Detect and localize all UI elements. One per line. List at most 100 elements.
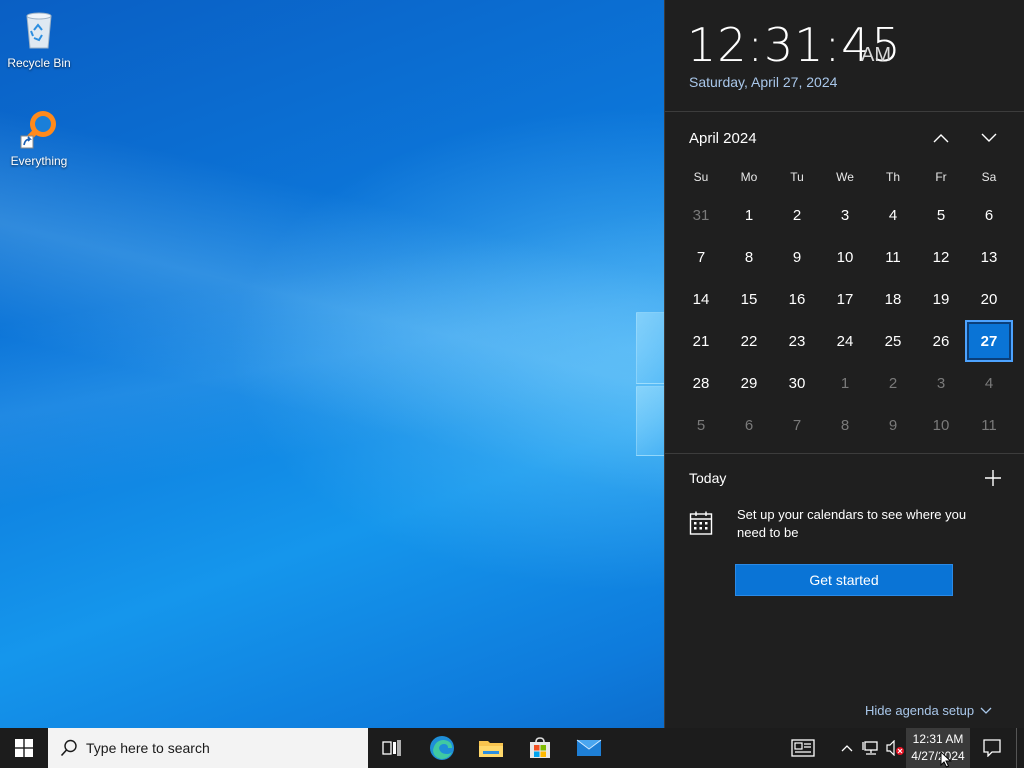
recycle-bin-icon — [17, 8, 61, 52]
microsoft-store-icon — [530, 737, 550, 758]
calendar-week: 21 22 23 24 25 26 27 — [677, 320, 1013, 362]
desktop-icon-everything[interactable]: Everything — [1, 106, 77, 168]
volume-button[interactable] — [884, 728, 906, 768]
calendar-day[interactable]: 8 — [725, 236, 773, 278]
calendar-day[interactable]: 23 — [773, 320, 821, 362]
calendar-day[interactable]: 15 — [725, 278, 773, 320]
calendar-day[interactable]: 31 — [677, 194, 725, 236]
month-year-label[interactable]: April 2024 — [689, 130, 757, 147]
taskbar-edge-button[interactable] — [418, 728, 466, 768]
next-month-button[interactable] — [973, 124, 1005, 152]
taskbar-file-explorer-button[interactable] — [467, 728, 515, 768]
agenda-today-label: Today — [689, 470, 727, 486]
show-hidden-icons-button[interactable] — [838, 728, 856, 768]
clock-ampm: AM — [861, 44, 891, 66]
calendar-day[interactable]: 3 — [821, 194, 869, 236]
tray-date: 4/27/2024 — [911, 749, 965, 763]
hide-agenda-label: Hide agenda setup — [865, 703, 975, 718]
task-view-icon — [382, 740, 401, 756]
calendar-day[interactable]: 7 — [773, 404, 821, 446]
calendar-day[interactable]: 2 — [869, 362, 917, 404]
network-icon — [862, 741, 878, 755]
calendar-day[interactable]: 22 — [725, 320, 773, 362]
weekday-label: Th — [885, 170, 900, 184]
calendar-day[interactable]: 5 — [917, 194, 965, 236]
calendar-day[interactable]: 4 — [965, 362, 1013, 404]
taskbar-store-button[interactable] — [516, 728, 564, 768]
show-desktop-button[interactable] — [1016, 728, 1024, 768]
desktop-icon-recycle-bin[interactable]: Recycle Bin — [1, 8, 77, 70]
windows-logo-pane-2 — [636, 386, 666, 456]
calendar-day[interactable]: 16 — [773, 278, 821, 320]
calendar-day[interactable]: 9 — [773, 236, 821, 278]
calendar-icon — [689, 510, 713, 536]
add-event-button[interactable] — [981, 466, 1005, 490]
calendar-day[interactable]: 10 — [917, 404, 965, 446]
news-and-interests-button[interactable] — [786, 728, 820, 768]
calendar-day[interactable]: 11 — [869, 236, 917, 278]
calendar-day[interactable]: 26 — [917, 320, 965, 362]
taskbar-search-box[interactable]: Type here to search — [48, 728, 368, 768]
calendar-day[interactable]: 24 — [821, 320, 869, 362]
calendar-day[interactable]: 18 — [869, 278, 917, 320]
calendar-day[interactable]: 8 — [821, 404, 869, 446]
calendar-day[interactable]: 1 — [821, 362, 869, 404]
everything-search-icon — [17, 106, 61, 150]
agenda-setup-message: Set up your calendars to see where you n… — [737, 507, 967, 540]
calendar-day[interactable]: 2 — [773, 194, 821, 236]
windows-logo-pane-1 — [636, 312, 666, 384]
action-center-button[interactable] — [976, 728, 1008, 768]
calendar-day[interactable]: 12 — [917, 236, 965, 278]
task-view-button[interactable] — [368, 728, 416, 768]
windows-start-icon — [15, 739, 33, 757]
calendar-day[interactable]: 3 — [917, 362, 965, 404]
calendar-day[interactable]: 10 — [821, 236, 869, 278]
calendar-day[interactable]: 6 — [725, 404, 773, 446]
get-started-button[interactable]: Get started — [735, 564, 953, 596]
calendar-day[interactable]: 1 — [725, 194, 773, 236]
long-date-link[interactable]: Saturday, April 27, 2024 — [689, 74, 837, 90]
calendar-day[interactable]: 20 — [965, 278, 1013, 320]
weekday-label: Su — [693, 170, 709, 184]
calendar-day[interactable]: 19 — [917, 278, 965, 320]
taskbar-clock-button[interactable]: 12:31 AM 4/27/2024 — [906, 728, 970, 768]
calendar-day-today[interactable]: 27 — [965, 320, 1013, 362]
chevron-up-icon — [841, 745, 853, 752]
desktop-icon-label: Everything — [10, 154, 68, 168]
calendar-day[interactable]: 30 — [773, 362, 821, 404]
calendar-day[interactable]: 4 — [869, 194, 917, 236]
calendar-day[interactable]: 17 — [821, 278, 869, 320]
calendar-day[interactable]: 6 — [965, 194, 1013, 236]
chevron-down-icon — [981, 133, 997, 142]
plus-icon — [985, 470, 1001, 486]
previous-month-button[interactable] — [925, 124, 957, 152]
calendar-day[interactable]: 7 — [677, 236, 725, 278]
file-explorer-icon — [479, 741, 503, 757]
calendar-day[interactable]: 13 — [965, 236, 1013, 278]
notification-icon — [983, 739, 1001, 757]
calendar-day[interactable]: 25 — [869, 320, 917, 362]
calendar-day[interactable]: 11 — [965, 404, 1013, 446]
weekday-label: Fr — [935, 170, 947, 184]
start-button[interactable] — [0, 728, 48, 768]
news-icon — [791, 739, 815, 757]
calendar-week: 5 6 7 8 9 10 11 — [677, 404, 1013, 446]
calendar-day[interactable]: 5 — [677, 404, 725, 446]
calendar-week: 7 8 9 10 11 12 13 — [677, 236, 1013, 278]
network-button[interactable] — [860, 728, 882, 768]
calendar-day[interactable]: 14 — [677, 278, 725, 320]
taskbar-mail-button[interactable] — [565, 728, 613, 768]
search-icon — [60, 739, 77, 757]
weekday-label: Mo — [740, 170, 758, 184]
hide-agenda-setup-link[interactable]: Hide agenda setup — [865, 703, 992, 718]
calendar-day[interactable]: 21 — [677, 320, 725, 362]
calendar-day[interactable]: 9 — [869, 404, 917, 446]
mail-icon — [576, 739, 602, 756]
divider — [665, 453, 1024, 454]
calendar-day[interactable]: 28 — [677, 362, 725, 404]
calendar-grid: 31 1 2 3 4 5 6 7 8 9 10 11 12 13 14 15 1… — [677, 194, 1013, 446]
weekday-label: We — [836, 170, 854, 184]
calendar-day[interactable]: 29 — [725, 362, 773, 404]
chevron-down-icon — [980, 707, 992, 714]
calendar-week: 28 29 30 1 2 3 4 — [677, 362, 1013, 404]
